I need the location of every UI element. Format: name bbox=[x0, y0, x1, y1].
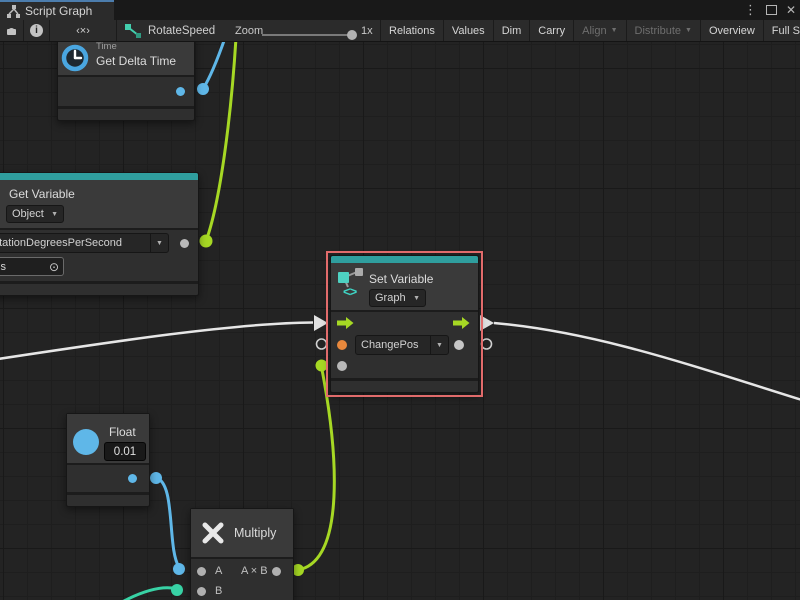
variable-name-dropdown[interactable]: ChangePos ▼ bbox=[355, 335, 449, 355]
input-b-label: B bbox=[215, 585, 222, 597]
variable-scope-dropdown[interactable]: Object ▼ bbox=[6, 205, 64, 223]
node-multiply[interactable]: Multiply A A × B B bbox=[190, 508, 294, 600]
zoom-slider-thumb[interactable] bbox=[347, 30, 357, 40]
control-input-port[interactable] bbox=[337, 316, 354, 330]
zoom-label: Zoom bbox=[235, 20, 263, 41]
script-graph-asset-icon bbox=[125, 24, 141, 38]
node-title: Set Variable bbox=[369, 272, 433, 286]
variable-name-port[interactable] bbox=[337, 340, 347, 350]
overview-button[interactable]: Overview bbox=[700, 20, 763, 41]
node-float[interactable]: Float 0.01 bbox=[66, 413, 150, 507]
toolbar-buttons: Relations Values Dim Carry Align ▼ Distr… bbox=[380, 20, 800, 41]
info-icon: i bbox=[30, 24, 43, 37]
node-footer bbox=[67, 495, 149, 506]
lock-icon bbox=[6, 24, 17, 37]
carry-button[interactable]: Carry bbox=[529, 20, 573, 41]
distribute-button[interactable]: Distribute ▼ bbox=[626, 20, 700, 41]
tab-title: Script Graph bbox=[25, 4, 92, 18]
close-icon[interactable]: ✕ bbox=[786, 3, 796, 17]
variable-name-dropdown[interactable]: otationDegreesPerSecond ▼ bbox=[0, 233, 169, 253]
zoom-level: 1x bbox=[361, 20, 373, 41]
node-category: Time bbox=[96, 41, 117, 52]
get-variable-output-port[interactable] bbox=[180, 239, 189, 248]
multiply-input-a-port[interactable] bbox=[197, 567, 206, 576]
float-type-icon bbox=[73, 429, 99, 455]
multiply-icon bbox=[198, 518, 228, 548]
set-variable-value-port[interactable] bbox=[337, 361, 347, 371]
dim-button[interactable]: Dim bbox=[493, 20, 530, 41]
chevron-down-icon: ▼ bbox=[51, 211, 58, 218]
align-button[interactable]: Align ▼ bbox=[573, 20, 625, 41]
zoom-slider-track[interactable] bbox=[262, 34, 352, 36]
inspector-button[interactable]: i bbox=[24, 20, 50, 41]
graph-breadcrumb[interactable]: RotateSpeed bbox=[125, 20, 215, 41]
node-body: ChangePos ▼ bbox=[331, 312, 478, 378]
float-value-input[interactable]: 0.01 bbox=[104, 442, 146, 461]
window-controls: ⋮ ✕ bbox=[744, 0, 796, 20]
delta-time-output-port[interactable] bbox=[176, 87, 185, 96]
input-a-label: A bbox=[215, 565, 222, 577]
variable-target-field[interactable]: his ⊙ bbox=[0, 257, 64, 276]
chevron-down-icon: ▼ bbox=[611, 27, 618, 34]
node-get-variable[interactable]: Get Variable Object ▼ otationDegreesPerS… bbox=[0, 172, 199, 296]
relations-button[interactable]: Relations bbox=[380, 20, 443, 41]
variable-target-value: his bbox=[0, 261, 6, 273]
node-body: A A × B B bbox=[191, 559, 293, 600]
tab-bar: Script Graph ⋮ ✕ bbox=[0, 0, 800, 20]
variable-scope-value: Object bbox=[12, 208, 44, 220]
full-screen-button[interactable]: Full Screen bbox=[763, 20, 800, 41]
node-header: Time Get Delta Time bbox=[58, 37, 194, 75]
chevron-down-icon: ▼ bbox=[413, 295, 420, 302]
multiply-input-b-port[interactable] bbox=[197, 587, 206, 596]
variable-scope-value: Graph bbox=[375, 292, 406, 304]
node-header: Get Variable Object ▼ bbox=[0, 180, 198, 228]
chevron-down-icon: ▼ bbox=[685, 27, 692, 34]
chevron-down-icon: ▼ bbox=[430, 336, 448, 354]
node-title: Get Variable bbox=[9, 187, 75, 201]
node-header: Float 0.01 bbox=[67, 414, 149, 463]
node-title: Get Delta Time bbox=[96, 54, 176, 68]
variable-kind-strip bbox=[0, 173, 198, 180]
node-header: <> Set Variable Graph ▼ bbox=[331, 263, 478, 310]
node-footer bbox=[58, 109, 194, 120]
code-brackets-icon: <> bbox=[343, 284, 356, 299]
float-output-port[interactable] bbox=[128, 474, 137, 483]
maximize-icon[interactable] bbox=[766, 5, 777, 15]
lock-button[interactable] bbox=[0, 20, 24, 41]
kebab-menu-icon[interactable]: ⋮ bbox=[744, 2, 757, 18]
multiply-output-port[interactable] bbox=[272, 567, 281, 576]
variable-name-value: ChangePos bbox=[356, 336, 425, 354]
node-get-delta-time[interactable]: Time Get Delta Time bbox=[57, 36, 195, 121]
node-title: Multiply bbox=[234, 526, 276, 540]
node-title: Float bbox=[109, 425, 136, 439]
control-output-port[interactable] bbox=[453, 316, 470, 330]
node-body bbox=[58, 77, 194, 106]
node-footer bbox=[0, 284, 198, 295]
node-footer bbox=[331, 381, 478, 392]
object-picker-icon[interactable]: ⊙ bbox=[49, 260, 59, 274]
tab-script-graph[interactable]: Script Graph bbox=[0, 0, 114, 20]
chevron-down-icon: ▼ bbox=[150, 234, 168, 252]
set-variable-output-port[interactable] bbox=[454, 340, 464, 350]
values-button[interactable]: Values bbox=[443, 20, 493, 41]
node-set-variable[interactable]: <> Set Variable Graph ▼ ChangePos ▼ bbox=[330, 255, 479, 393]
graph-toolbar: i ‹×› RotateSpeed Zoom 1x Relations Valu… bbox=[0, 20, 800, 42]
graph-name: RotateSpeed bbox=[148, 25, 215, 37]
node-body bbox=[67, 465, 149, 492]
graph-tab-icon bbox=[7, 5, 20, 18]
output-label: A × B bbox=[241, 565, 268, 577]
api-toggle-icon: ‹×› bbox=[76, 25, 90, 37]
variable-kind-strip bbox=[331, 256, 478, 263]
script-graph-window: Time Get Delta Time Get Variable Object … bbox=[0, 0, 800, 600]
api-toggle-button[interactable]: ‹×› bbox=[50, 20, 117, 41]
node-header: Multiply bbox=[191, 509, 293, 557]
variable-name-value: otationDegreesPerSecond bbox=[0, 234, 145, 252]
variable-scope-dropdown[interactable]: Graph ▼ bbox=[369, 289, 426, 307]
node-body: otationDegreesPerSecond ▼ his ⊙ bbox=[0, 230, 198, 281]
time-clock-icon bbox=[60, 43, 90, 73]
